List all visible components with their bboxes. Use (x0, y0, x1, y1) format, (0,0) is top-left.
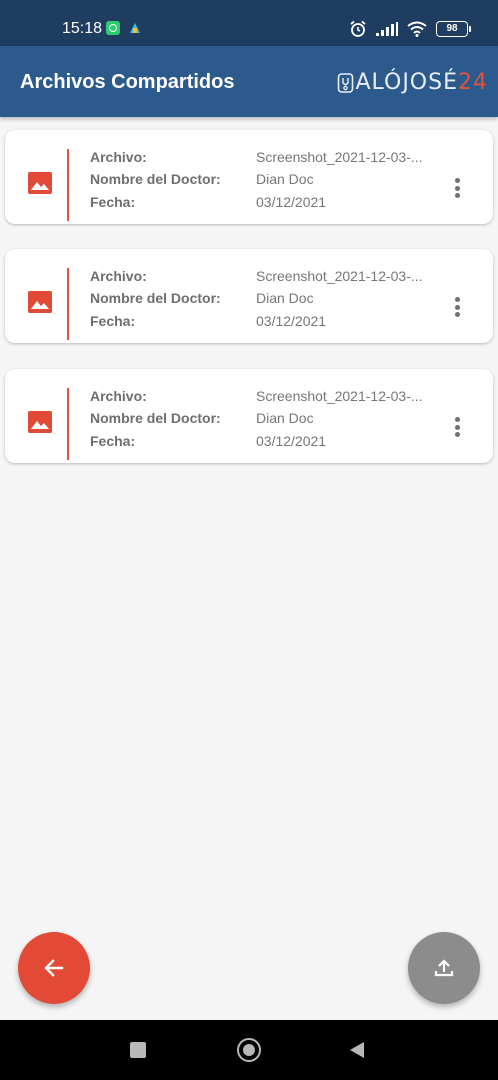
logo-number: 24 (458, 70, 488, 95)
file-card[interactable]: Archivo: Screenshot_2021-12-03-... Nombr… (5, 369, 493, 463)
battery-icon: 98 (436, 21, 471, 37)
back-button[interactable] (18, 932, 90, 1004)
arrow-left-icon (44, 959, 64, 977)
home-button[interactable] (237, 1038, 261, 1062)
app-bar: Archivos Compartidos ALÓJOSÉ 24 (0, 46, 498, 117)
fecha-label: Fecha: (90, 433, 136, 449)
system-nav-bar (0, 1020, 498, 1080)
archivo-value: Screenshot_2021-12-03-... (256, 149, 423, 165)
card-divider (67, 388, 69, 460)
battery-level: 98 (446, 23, 458, 34)
fecha-label: Fecha: (90, 194, 136, 210)
stethoscope-icon (338, 73, 354, 93)
file-card[interactable]: Archivo: Screenshot_2021-12-03-... Nombr… (5, 130, 493, 224)
app-notification-icon (130, 23, 140, 33)
card-divider (67, 268, 69, 340)
menu-dot (454, 312, 460, 317)
archivo-label: Archivo: (90, 388, 147, 404)
menu-dot (454, 432, 460, 437)
alarm-icon (350, 20, 366, 37)
menu-dot (454, 304, 460, 310)
menu-dot (454, 297, 460, 302)
app-logo: ALÓJOSÉ 24 (337, 71, 488, 95)
doctor-label: Nombre del Doctor: (90, 171, 221, 187)
archivo-value: Screenshot_2021-12-03-... (256, 268, 423, 284)
fecha-value: 03/12/2021 (256, 194, 327, 210)
upload-button[interactable] (408, 932, 480, 1004)
archivo-label: Archivo: (90, 149, 147, 165)
fecha-value: 03/12/2021 (256, 433, 327, 449)
doctor-value: Dian Doc (256, 171, 314, 187)
doctor-label: Nombre del Doctor: (90, 410, 221, 426)
fecha-label: Fecha: (90, 313, 136, 329)
system-back-button[interactable] (350, 1042, 364, 1058)
image-icon (28, 411, 52, 433)
menu-dot (454, 417, 460, 422)
doctor-value: Dian Doc (256, 410, 314, 426)
fecha-value: 03/12/2021 (256, 313, 327, 329)
status-time: 15:18 (62, 20, 103, 37)
doctor-label: Nombre del Doctor: (90, 290, 221, 306)
card-divider (67, 149, 69, 221)
doctor-value: Dian Doc (256, 290, 314, 306)
archivo-label: Archivo: (90, 268, 147, 284)
status-icons: 98 (349, 18, 471, 40)
status-bar: 15:18 98 (0, 0, 498, 46)
upload-icon (434, 959, 454, 977)
more-options-icon[interactable] (449, 295, 465, 319)
menu-dot (454, 185, 460, 191)
signal-icon (376, 22, 398, 36)
file-card[interactable]: Archivo: Screenshot_2021-12-03-... Nombr… (5, 249, 493, 343)
menu-dot (454, 193, 460, 198)
wifi-icon (407, 21, 427, 37)
menu-dot (454, 424, 460, 430)
more-options-icon[interactable] (449, 176, 465, 200)
image-icon (28, 172, 52, 194)
page-title: Archivos Compartidos (20, 71, 235, 93)
recent-apps-button[interactable] (130, 1042, 146, 1058)
image-icon (28, 291, 52, 313)
more-options-icon[interactable] (449, 415, 465, 439)
logo-text: ALÓJOSÉ (355, 70, 458, 95)
menu-dot (454, 178, 460, 183)
archivo-value: Screenshot_2021-12-03-... (256, 388, 423, 404)
whatsapp-icon (106, 21, 120, 35)
